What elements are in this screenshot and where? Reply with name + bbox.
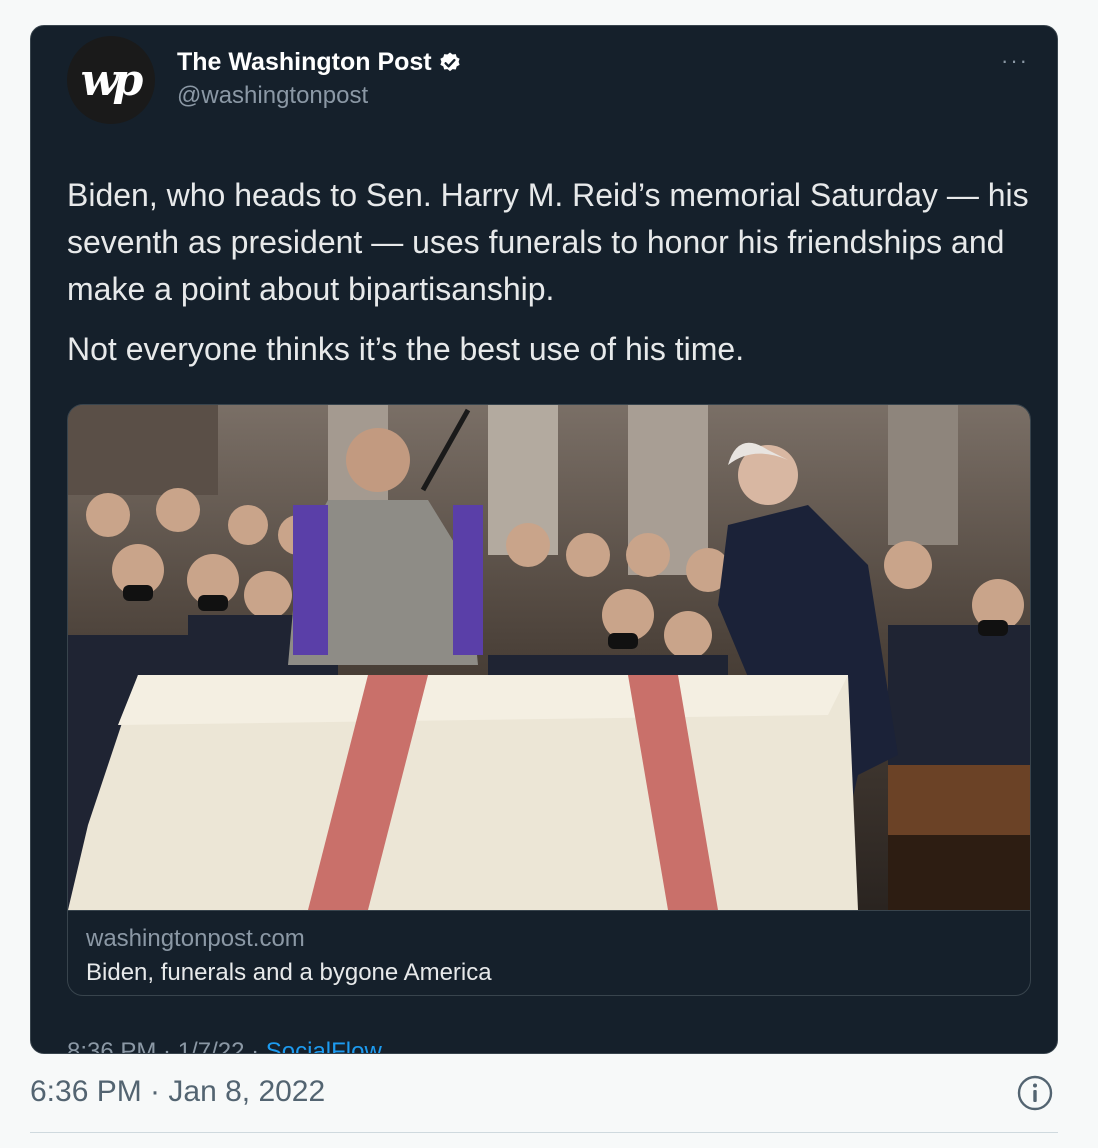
- embedded-tweet[interactable]: wp The Washington Post @washingtonpost ·…: [30, 25, 1058, 1054]
- account-name-row[interactable]: The Washington Post: [177, 48, 462, 77]
- card-title: Biden, funerals and a bygone America: [86, 959, 492, 986]
- tweet-paragraph: Not everyone thinks it’s the best use of…: [67, 331, 745, 367]
- tweet-text: Biden, who heads to Sen. Harry M. Reid’s…: [67, 172, 1047, 373]
- info-icon[interactable]: [1016, 1074, 1054, 1112]
- verified-badge-icon: [440, 52, 460, 71]
- account-name[interactable]: The Washington Post: [177, 48, 432, 77]
- link-card[interactable]: washingtonpost.com Biden, funerals and a…: [67, 404, 1031, 996]
- embedded-tweet-footer: 8:36 PM · 1/7/22 · SocialFlow: [67, 1038, 382, 1054]
- account-handle[interactable]: @washingtonpost: [177, 82, 368, 110]
- more-options-icon[interactable]: ···: [1001, 50, 1029, 72]
- embedded-tweet-time: 8:36 PM · 1/7/22 ·: [67, 1038, 266, 1054]
- embedded-tweet-source[interactable]: SocialFlow: [266, 1038, 382, 1053]
- tweet-timestamp[interactable]: 6:36 PM · Jan 8, 2022: [30, 1075, 325, 1109]
- card-domain: washingtonpost.com: [86, 925, 305, 952]
- divider: [30, 1132, 1058, 1133]
- avatar-logo: wp: [80, 54, 144, 106]
- card-meta[interactable]: washingtonpost.com Biden, funerals and a…: [68, 910, 1030, 995]
- card-photo[interactable]: [68, 405, 1031, 910]
- avatar[interactable]: wp: [67, 36, 155, 124]
- tweet-paragraph: Biden, who heads to Sen. Harry M. Reid’s…: [67, 177, 1029, 307]
